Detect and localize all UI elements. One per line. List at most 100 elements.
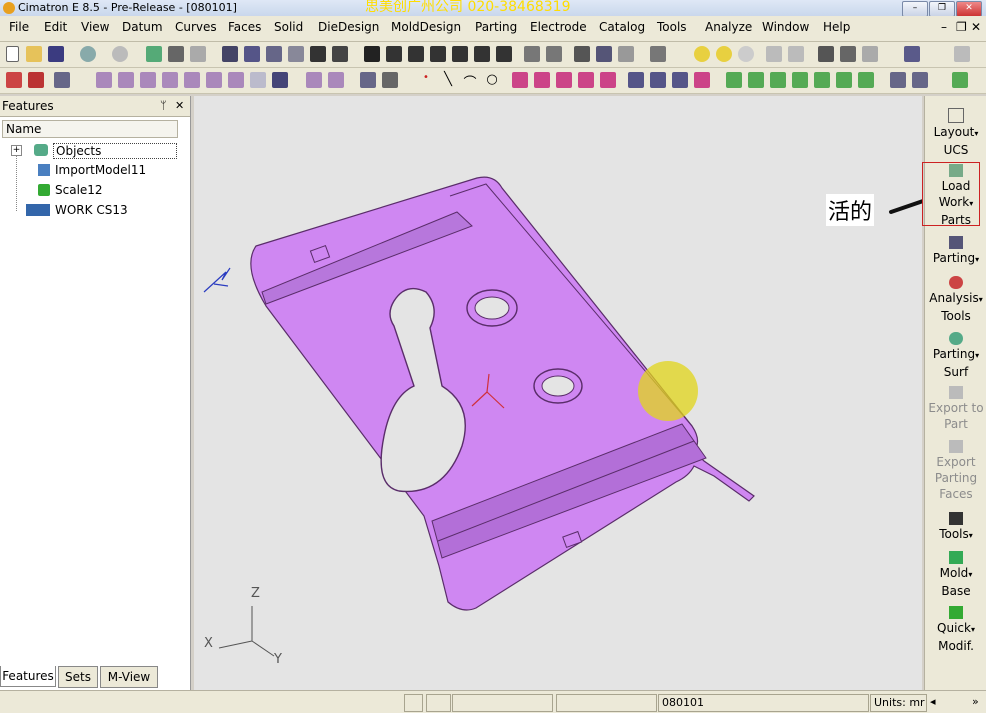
maximize-button[interactable]: ❐ (929, 1, 955, 17)
line-tool-icon[interactable] (954, 46, 970, 62)
solid-3-icon[interactable] (770, 72, 786, 88)
panel-close-icon[interactable]: ✕ (175, 99, 184, 112)
curve-icon[interactable] (382, 72, 398, 88)
mold-base-button[interactable]: Mold▾ Base (925, 551, 986, 599)
view-back-icon[interactable] (474, 46, 490, 62)
mdi-minimize-button[interactable]: – (941, 20, 947, 34)
spline-icon[interactable] (512, 72, 528, 88)
zoom-dynamic-icon[interactable] (266, 46, 282, 62)
minimize-button[interactable]: – (902, 1, 928, 17)
menu-curves[interactable]: Curves (175, 20, 217, 34)
surface-2-icon[interactable] (650, 72, 666, 88)
tab-features[interactable]: Features (0, 666, 56, 687)
curve-tool-3-icon[interactable] (556, 72, 572, 88)
load-work-parts-button[interactable]: Load Work▾ Parts (925, 164, 986, 228)
list-icon[interactable] (904, 46, 920, 62)
pin-icon[interactable]: ᛘ (160, 99, 167, 112)
tree-item-scale[interactable]: Scale12 (55, 183, 103, 197)
menu-edit[interactable]: Edit (44, 20, 67, 34)
line-icon[interactable]: ╲ (440, 72, 456, 88)
tab-m-view[interactable]: M-View (100, 666, 158, 688)
tree-item-objects[interactable]: Objects (53, 143, 177, 159)
menu-datum[interactable]: Datum (122, 20, 163, 34)
mdi-restore-button[interactable]: ❐ (956, 20, 967, 34)
menu-analyze[interactable]: Analyze (705, 20, 752, 34)
face-tool-11-icon[interactable] (328, 72, 344, 88)
redo-icon[interactable] (112, 46, 128, 62)
point-icon[interactable]: • (418, 72, 434, 88)
render-icon[interactable] (524, 46, 540, 62)
solid-1-icon[interactable] (726, 72, 742, 88)
cancel-icon[interactable] (28, 72, 44, 88)
view-iso-icon[interactable] (364, 46, 380, 62)
parting-surf-button[interactable]: Parting▾ Surf (925, 332, 986, 380)
curve-tool-2-icon[interactable] (534, 72, 550, 88)
display-mode-icon[interactable] (618, 46, 634, 62)
layout-ucs-button[interactable]: Layout▾ UCS (925, 108, 986, 158)
face-tool-10-icon[interactable] (306, 72, 322, 88)
export-to-part-button[interactable]: Export to Part (925, 386, 986, 432)
face-tool-2-icon[interactable] (118, 72, 134, 88)
parting-button[interactable]: Parting▾ (925, 236, 986, 268)
face-tool-8-icon[interactable] (250, 72, 266, 88)
sketch-icon[interactable] (360, 72, 376, 88)
face-tool-5-icon[interactable] (184, 72, 200, 88)
view-front-icon[interactable] (408, 46, 424, 62)
zoom-window-icon[interactable] (244, 46, 260, 62)
pan-icon[interactable] (310, 46, 326, 62)
analysis-tools-button[interactable]: Analysis▾ Tools (925, 276, 986, 324)
view-right-icon[interactable] (430, 46, 446, 62)
menu-faces[interactable]: Faces (228, 20, 261, 34)
name-column-header[interactable]: Name (2, 120, 178, 138)
export-parting-faces-button[interactable]: Export Parting Faces (925, 440, 986, 502)
curve-tool-5-icon[interactable] (600, 72, 616, 88)
view-bottom-icon[interactable] (496, 46, 512, 62)
circle-icon[interactable]: ○ (484, 72, 500, 88)
face-tool-9-icon[interactable] (272, 72, 288, 88)
status-arrow-left-icon[interactable]: ◂ (930, 695, 936, 708)
arrow-back-icon[interactable] (766, 46, 782, 62)
undo-icon[interactable] (80, 46, 96, 62)
rotate-icon[interactable] (332, 46, 348, 62)
menu-molddesign[interactable]: MoldDesign (391, 20, 461, 34)
measure-icon[interactable] (840, 46, 856, 62)
status-arrow-right-icon[interactable]: » (972, 695, 979, 708)
mdi-close-button[interactable]: ✕ (971, 20, 981, 34)
light-bulb-icon[interactable] (694, 46, 710, 62)
light-bulb-2-icon[interactable] (716, 46, 732, 62)
solid-5-icon[interactable] (814, 72, 830, 88)
box-view-icon[interactable] (574, 46, 590, 62)
tools-button[interactable]: Tools▾ (925, 512, 986, 544)
menu-solid[interactable]: Solid (274, 20, 303, 34)
face-tool-6-icon[interactable] (206, 72, 222, 88)
menu-help[interactable]: Help (823, 20, 850, 34)
arc-icon[interactable]: ⌒ (462, 72, 478, 91)
solid-8-icon[interactable] (890, 72, 906, 88)
select-icon[interactable] (54, 72, 70, 88)
menu-view[interactable]: View (81, 20, 109, 34)
face-tool-7-icon[interactable] (228, 72, 244, 88)
curve-tool-4-icon[interactable] (578, 72, 594, 88)
graphics-viewport[interactable]: Z X Y 活的 (194, 96, 922, 690)
menu-tools[interactable]: Tools (657, 20, 687, 34)
wireframe-icon[interactable] (546, 46, 562, 62)
face-tool-3-icon[interactable] (140, 72, 156, 88)
menu-diedesign[interactable]: DieDesign (318, 20, 379, 34)
tree-expander[interactable]: + (11, 145, 22, 156)
solid-4-icon[interactable] (792, 72, 808, 88)
open-folder-icon[interactable] (26, 46, 42, 62)
menu-catalog[interactable]: Catalog (599, 20, 645, 34)
tree-item-importmodel[interactable]: ImportModel11 (55, 163, 146, 177)
solid-10-icon[interactable] (952, 72, 968, 88)
surface-1-icon[interactable] (628, 72, 644, 88)
menu-electrode[interactable]: Electrode (530, 20, 587, 34)
close-button[interactable]: ✕ (956, 1, 982, 17)
view-top-icon[interactable] (386, 46, 402, 62)
solid-2-icon[interactable] (748, 72, 764, 88)
delete-icon[interactable] (6, 72, 22, 88)
new-file-icon[interactable] (6, 46, 19, 62)
surface-3-icon[interactable] (672, 72, 688, 88)
light-off-icon[interactable] (738, 46, 754, 62)
quick-modif-button[interactable]: Quick▾ Modif. (925, 606, 986, 654)
link-icon[interactable] (146, 46, 162, 62)
